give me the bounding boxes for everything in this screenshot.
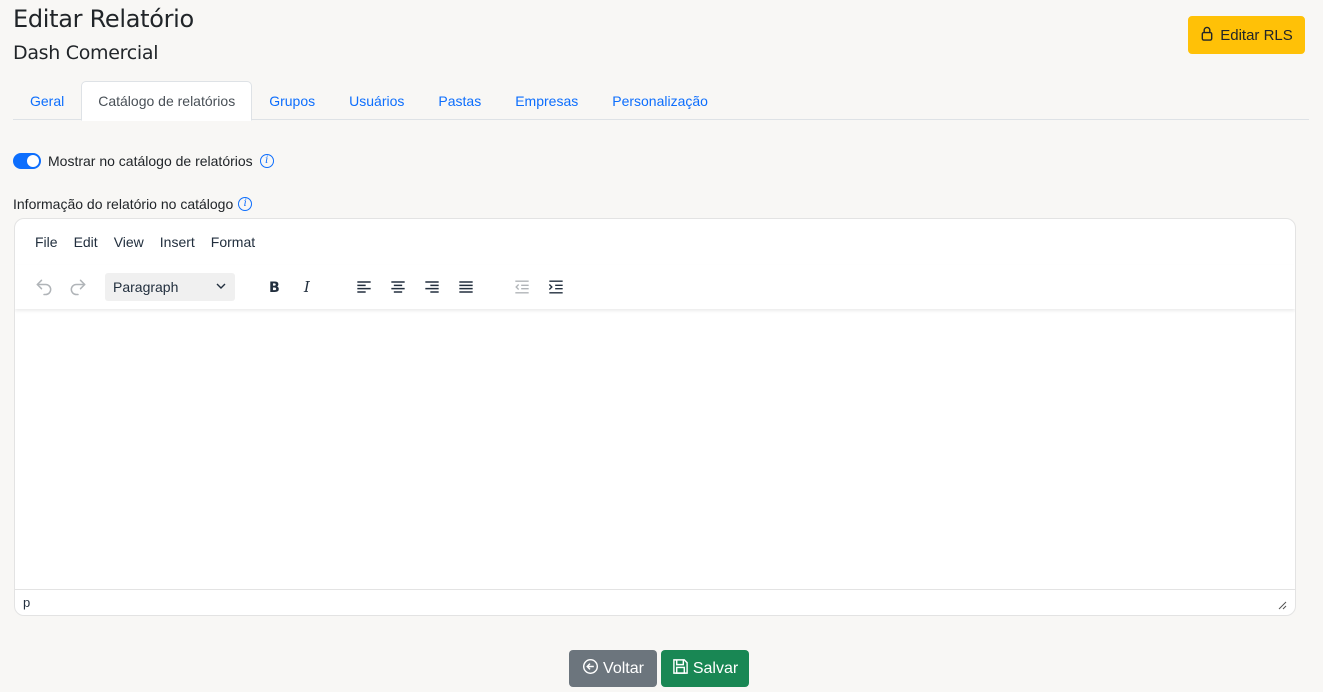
bold-icon[interactable]: B [257, 273, 291, 301]
catalog-info-label-row: Informação do relatório no catálogo i [13, 196, 253, 212]
align-center-icon[interactable] [381, 273, 415, 301]
italic-icon[interactable]: I [291, 273, 325, 301]
show-in-catalog-row: Mostrar no catálogo de relatórios i [13, 153, 274, 169]
editor-menubar: File Edit View Insert Format [15, 219, 1295, 265]
menu-format[interactable]: Format [203, 230, 263, 254]
save-icon [672, 658, 689, 680]
undo-icon[interactable] [27, 273, 61, 301]
element-path[interactable]: p [23, 595, 30, 610]
tab-catalogo[interactable]: Catálogo de relatórios [81, 81, 253, 121]
editor-content-area[interactable] [15, 309, 1295, 591]
lock-icon [1200, 26, 1214, 45]
page-title: Editar Relatório [13, 5, 194, 33]
show-in-catalog-toggle[interactable] [13, 153, 41, 169]
editor-toolbar: Paragraph B I [15, 265, 1295, 309]
info-icon[interactable]: i [259, 154, 274, 168]
svg-text:B: B [269, 280, 280, 296]
menu-view[interactable]: View [106, 230, 152, 254]
block-format-value: Paragraph [113, 279, 179, 295]
chevron-down-icon [215, 279, 227, 295]
redo-icon[interactable] [61, 273, 95, 301]
menu-file[interactable]: File [27, 230, 66, 254]
tab-geral[interactable]: Geral [13, 81, 81, 120]
report-name: Dash Comercial [13, 42, 159, 64]
tab-personalizacao[interactable]: Personalização [595, 81, 725, 120]
tab-bar: Geral Catálogo de relatórios Grupos Usuá… [13, 81, 1309, 121]
align-right-icon[interactable] [415, 273, 449, 301]
tab-pastas[interactable]: Pastas [421, 81, 498, 120]
catalog-info-label: Informação do relatório no catálogo [13, 196, 234, 212]
show-in-catalog-label: Mostrar no catálogo de relatórios [48, 153, 253, 169]
menu-edit[interactable]: Edit [66, 230, 106, 254]
align-justify-icon[interactable] [449, 273, 483, 301]
tab-usuarios[interactable]: Usuários [332, 81, 421, 120]
save-button[interactable]: Salvar [661, 650, 749, 687]
back-label: Voltar [603, 659, 644, 677]
save-label: Salvar [692, 659, 739, 677]
tab-grupos[interactable]: Grupos [252, 81, 332, 120]
arrow-left-circle-icon [582, 658, 599, 680]
info-icon[interactable]: i [238, 197, 253, 211]
menu-insert[interactable]: Insert [152, 230, 203, 254]
edit-rls-button[interactable]: Editar RLS [1188, 16, 1305, 54]
edit-rls-label: Editar RLS [1220, 26, 1293, 44]
editor-statusbar: p [15, 589, 1295, 615]
outdent-icon[interactable] [505, 273, 539, 301]
block-format-select[interactable]: Paragraph [105, 273, 235, 301]
tab-empresas[interactable]: Empresas [498, 81, 595, 120]
rich-text-editor: File Edit View Insert Format Paragraph B [14, 218, 1296, 616]
resize-handle-icon[interactable] [1277, 598, 1287, 609]
back-button[interactable]: Voltar [569, 650, 657, 687]
align-left-icon[interactable] [347, 273, 381, 301]
indent-icon[interactable] [539, 273, 573, 301]
svg-text:I: I [303, 278, 311, 296]
